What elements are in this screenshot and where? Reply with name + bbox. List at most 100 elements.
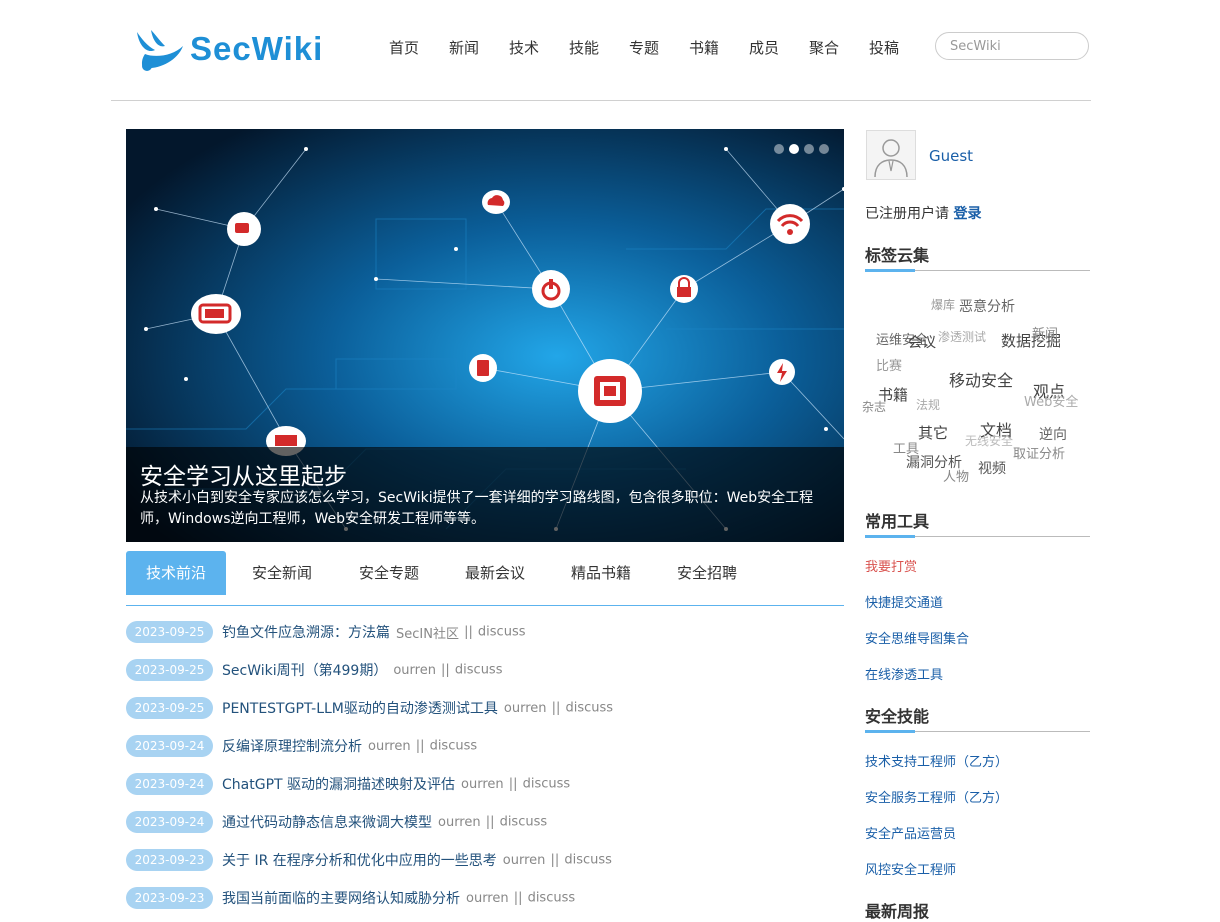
nav-submit[interactable]: 投稿 [869,37,899,58]
tag-item[interactable]: 新闻 [1032,323,1058,342]
tab-tech-frontier[interactable]: 技术前沿 [126,551,226,595]
tool-link-pentest-tools[interactable]: 在线渗透工具 [865,664,943,683]
slide-dot-3[interactable] [804,144,814,154]
tag-cloud-title: 标签云集 [865,246,930,265]
news-item: 2023-09-25 SecWiki周刊（第499期） ourren || disc… [126,659,502,681]
news-title[interactable]: PENTESTGPT-LLM驱动的自动渗透测试工具 [222,701,498,717]
news-separator: || [550,852,560,868]
discuss-link[interactable]: discuss [528,891,576,906]
tab-selected-books[interactable]: 精品书籍 [557,551,645,595]
news-item: 2023-09-23 我国当前面临的主要网络认知威胁分析 ourren || dis… [126,887,575,909]
news-title[interactable]: 关于 IR 在程序分析和优化中应用的一些思考 [222,853,497,869]
tag-item[interactable]: 其它 [918,422,948,443]
news-title[interactable]: 反编译原理控制流分析 [222,739,362,755]
news-source: ourren [503,700,547,716]
discuss-link[interactable]: discuss [500,815,548,830]
tool-link-donate[interactable]: 我要打赏 [865,556,917,575]
news-title[interactable]: ChatGPT 驱动的漏洞描述映射及评估 [222,777,455,793]
news-title[interactable]: SecWiki周刊（第499期） [222,663,387,679]
news-date: 2023-09-25 [126,697,213,719]
nav-aggregate[interactable]: 聚合 [809,37,839,58]
tag-item[interactable]: 渗透测试 [938,328,986,345]
banner-title[interactable]: 安全学习从这里起步 [140,457,347,491]
news-separator: || [513,890,523,906]
tag-item[interactable]: 取证分析 [1013,443,1065,462]
discuss-link[interactable]: discuss [564,853,612,868]
nav-home[interactable]: 首页 [389,37,419,58]
news-title[interactable]: 通过代码动静态信息来微调大模型 [222,815,432,831]
tool-link-mindmaps[interactable]: 安全思维导图集合 [865,628,969,647]
news-source: ourren [368,738,411,754]
news-source: ourren [466,890,509,906]
user-icon [874,139,908,178]
tag-item[interactable]: 法规 [916,396,940,413]
login-link[interactable]: 登录 [953,206,981,222]
nav-tech[interactable]: 技术 [509,37,539,58]
news-item: 2023-09-25 钓鱼文件应急溯源：方法篇 SecIN社区 || discuss [126,621,526,643]
news-separator: || [415,738,425,754]
discuss-link[interactable]: discuss [430,739,478,754]
tag-item[interactable]: 移动安全 [949,367,1013,391]
tab-security-jobs[interactable]: 安全招聘 [663,551,751,595]
slide-dot-4[interactable] [819,144,829,154]
skill-link[interactable]: 风控安全工程师 [865,859,956,878]
skill-link[interactable]: 安全产品运营员 [865,823,956,842]
nav-books[interactable]: 书籍 [689,37,719,58]
slide-dot-2[interactable] [789,144,799,154]
news-date: 2023-09-23 [126,887,213,909]
news-item: 2023-09-24 反编译原理控制流分析 ourren || discuss [126,735,477,757]
news-source: ourren [502,852,546,868]
user-name[interactable]: Guest [929,147,973,165]
nav-news[interactable]: 新闻 [449,37,479,58]
header-divider [111,100,1091,101]
news-separator: || [551,700,561,716]
tab-latest-conferences[interactable]: 最新会议 [451,551,539,595]
news-date: 2023-09-25 [126,659,213,681]
tag-item[interactable]: 逆向 [1039,424,1067,444]
news-separator: || [441,662,450,678]
discuss-link[interactable]: discuss [478,625,526,640]
tag-item[interactable]: 会议 [908,332,936,352]
tag-item[interactable]: 人物 [943,466,969,485]
tag-item[interactable]: 恶意分析 [959,296,1015,316]
tag-item[interactable]: 杂志 [862,398,886,415]
register-text: 已注册用户请 [865,206,949,222]
nav-members[interactable]: 成员 [749,37,779,58]
news-item: 2023-09-25 PENTESTGPT-LLM驱动的自动渗透测试工具 ourre… [126,697,613,719]
section-divider [865,535,1090,538]
tag-item[interactable]: 视频 [978,458,1006,478]
news-source: ourren [393,662,436,678]
tag-item[interactable]: 比赛 [876,355,902,374]
tag-item[interactable]: 无线安全 [965,432,1013,449]
discuss-link[interactable]: discuss [523,777,571,792]
news-separator: || [464,624,473,640]
skill-link[interactable]: 安全服务工程师（乙方） [865,787,1008,806]
logo-text[interactable]: SecWiki [190,30,323,68]
tab-security-news[interactable]: 安全新闻 [238,551,326,595]
news-date: 2023-09-24 [126,811,213,833]
news-date: 2023-09-24 [126,773,213,795]
tab-security-topics[interactable]: 安全专题 [345,551,433,595]
discuss-link[interactable]: discuss [455,663,503,678]
skill-link[interactable]: 技术支持工程师（乙方） [865,751,1008,770]
news-title[interactable]: 钓鱼文件应急溯源：方法篇 [222,625,390,641]
news-separator: || [485,814,495,830]
discuss-link[interactable]: discuss [565,701,613,716]
news-title[interactable]: 我国当前面临的主要网络认知威胁分析 [222,891,460,907]
nav-topics[interactable]: 专题 [629,37,659,58]
news-date: 2023-09-24 [126,735,213,757]
news-date: 2023-09-25 [126,621,213,643]
tag-item[interactable]: Web安全 [1024,391,1078,410]
tag-cloud: 爆库 恶意分析 运维安全 会议 渗透测试 数据挖掘 新闻 比赛 移动安全 书籍 … [862,285,1090,495]
news-source: ourren [438,814,481,830]
nav-skills[interactable]: 技能 [569,37,599,58]
tag-item[interactable]: 爆库 [931,296,955,313]
news-source: SecIN社区 [396,626,459,642]
search-input[interactable]: SecWiki [935,32,1089,60]
avatar[interactable] [866,130,916,180]
section-divider [865,730,1090,733]
slide-dot-1[interactable] [774,144,784,154]
news-item: 2023-09-23 关于 IR 在程序分析和优化中应用的一些思考 ourren |… [126,849,612,871]
tool-link-quick-submit[interactable]: 快捷提交通道 [865,592,943,611]
tools-title: 常用工具 [865,512,930,531]
